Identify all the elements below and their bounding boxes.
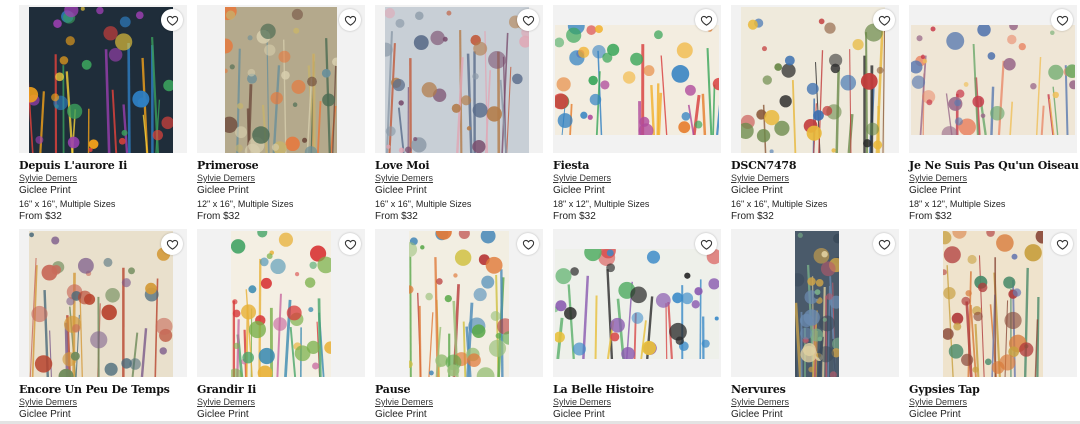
- product-card[interactable]: Je Ne Suis Pas Qu'un Oiseau Sylvie Demers…: [909, 5, 1080, 227]
- artwork-thumbnail: [225, 7, 337, 153]
- product-card[interactable]: Primerose Sylvie Demers Giclee Print 12" x …: [197, 5, 365, 227]
- artist-link[interactable]: Sylvie Demers: [19, 173, 77, 183]
- artwork-thumbnail: [385, 7, 529, 153]
- artist-link[interactable]: Sylvie Demers: [19, 397, 77, 407]
- product-image[interactable]: [553, 5, 721, 153]
- favorite-heart-icon[interactable]: [517, 9, 539, 31]
- favorite-heart-icon[interactable]: [161, 9, 183, 31]
- product-image[interactable]: [553, 229, 721, 377]
- favorite-heart-icon[interactable]: [161, 233, 183, 255]
- artwork-thumbnail: [943, 231, 1043, 377]
- artwork-thumbnail: [795, 231, 839, 377]
- product-type: Giclee Print: [375, 185, 427, 196]
- artwork-thumbnail: [555, 249, 719, 359]
- product-image[interactable]: [197, 229, 365, 377]
- product-card[interactable]: Love Moi Sylvie Demers Giclee Print 16" x 1…: [375, 5, 543, 227]
- product-title[interactable]: Primerose: [197, 159, 375, 172]
- product-title[interactable]: Encore Un Peu De Temps: [19, 383, 197, 396]
- favorite-heart-icon[interactable]: [873, 233, 895, 255]
- product-grid: Depuis L'aurore Ii Sylvie Demers Giclee Pr…: [0, 0, 1080, 424]
- product-card[interactable]: DSCN7478 Sylvie Demers Giclee Print 16" x 1…: [731, 5, 899, 227]
- product-image[interactable]: [19, 229, 187, 377]
- product-size: 16" x 16", Multiple Sizes: [375, 199, 472, 209]
- product-image[interactable]: [909, 229, 1077, 377]
- product-title[interactable]: La Belle Histoire: [553, 383, 731, 396]
- product-size: 16" x 16", Multiple Sizes: [19, 199, 116, 209]
- product-price: From $32: [909, 211, 952, 222]
- favorite-heart-icon[interactable]: [695, 9, 717, 31]
- artist-link[interactable]: Sylvie Demers: [909, 173, 967, 183]
- product-price: From $32: [553, 211, 596, 222]
- product-type: Giclee Print: [909, 185, 961, 196]
- product-card[interactable]: Pause Sylvie Demers Giclee Print: [375, 229, 543, 421]
- product-type: Giclee Print: [731, 409, 783, 420]
- artist-link[interactable]: Sylvie Demers: [553, 397, 611, 407]
- artwork-thumbnail: [29, 231, 173, 377]
- artist-link[interactable]: Sylvie Demers: [375, 397, 433, 407]
- product-card[interactable]: Grandir Ii Sylvie Demers Giclee Print: [197, 229, 365, 421]
- product-size: 12" x 16", Multiple Sizes: [197, 199, 294, 209]
- product-image[interactable]: [909, 5, 1077, 153]
- artist-link[interactable]: Sylvie Demers: [731, 397, 789, 407]
- artist-link[interactable]: Sylvie Demers: [731, 173, 789, 183]
- artwork-thumbnail: [29, 7, 173, 153]
- favorite-heart-icon[interactable]: [339, 233, 361, 255]
- product-title[interactable]: Nervures: [731, 383, 909, 396]
- favorite-heart-icon[interactable]: [873, 9, 895, 31]
- product-image[interactable]: [19, 5, 187, 153]
- artist-link[interactable]: Sylvie Demers: [375, 173, 433, 183]
- product-type: Giclee Print: [909, 409, 961, 420]
- favorite-heart-icon[interactable]: [1051, 233, 1073, 255]
- favorite-heart-icon[interactable]: [1051, 9, 1073, 31]
- product-type: Giclee Print: [19, 409, 71, 420]
- artist-link[interactable]: Sylvie Demers: [197, 397, 255, 407]
- product-card[interactable]: Encore Un Peu De Temps Sylvie Demers Gicle…: [19, 229, 187, 421]
- product-type: Giclee Print: [553, 409, 605, 420]
- product-title[interactable]: Love Moi: [375, 159, 553, 172]
- artwork-thumbnail: [555, 25, 719, 135]
- product-size: 16" x 16", Multiple Sizes: [731, 199, 828, 209]
- product-title[interactable]: Je Ne Suis Pas Qu'un Oiseau: [909, 159, 1080, 172]
- artist-link[interactable]: Sylvie Demers: [197, 173, 255, 183]
- product-card[interactable]: Fiesta Sylvie Demers Giclee Print 18" x 12"…: [553, 5, 721, 227]
- product-title[interactable]: Grandir Ii: [197, 383, 375, 396]
- product-type: Giclee Print: [553, 185, 605, 196]
- product-type: Giclee Print: [375, 409, 427, 420]
- product-image[interactable]: [731, 229, 899, 377]
- product-card[interactable]: Nervures Sylvie Demers Giclee Print: [731, 229, 899, 421]
- product-image[interactable]: [731, 5, 899, 153]
- product-title[interactable]: DSCN7478: [731, 159, 909, 172]
- product-type: Giclee Print: [19, 185, 71, 196]
- artist-link[interactable]: Sylvie Demers: [909, 397, 967, 407]
- product-title[interactable]: Gypsies Tap: [909, 383, 1080, 396]
- product-title[interactable]: Pause: [375, 383, 553, 396]
- product-card[interactable]: Depuis L'aurore Ii Sylvie Demers Giclee Pr…: [19, 5, 187, 227]
- product-title[interactable]: Fiesta: [553, 159, 731, 172]
- product-card[interactable]: La Belle Histoire Sylvie Demers Giclee Pri…: [553, 229, 721, 421]
- artwork-thumbnail: [741, 7, 885, 153]
- artist-link[interactable]: Sylvie Demers: [553, 173, 611, 183]
- product-image[interactable]: [375, 229, 543, 377]
- artwork-thumbnail: [911, 25, 1075, 135]
- product-price: From $32: [19, 211, 62, 222]
- favorite-heart-icon[interactable]: [339, 9, 361, 31]
- product-price: From $32: [197, 211, 240, 222]
- product-title[interactable]: Depuis L'aurore Ii: [19, 159, 197, 172]
- favorite-heart-icon[interactable]: [695, 233, 717, 255]
- product-size: 18" x 12", Multiple Sizes: [909, 199, 1006, 209]
- product-image[interactable]: [375, 5, 543, 153]
- product-price: From $32: [375, 211, 418, 222]
- favorite-heart-icon[interactable]: [517, 233, 539, 255]
- product-type: Giclee Print: [197, 409, 249, 420]
- product-price: From $32: [731, 211, 774, 222]
- product-image[interactable]: [197, 5, 365, 153]
- product-card[interactable]: Gypsies Tap Sylvie Demers Giclee Print: [909, 229, 1077, 421]
- product-size: 18" x 12", Multiple Sizes: [553, 199, 650, 209]
- artwork-thumbnail: [231, 231, 331, 377]
- product-type: Giclee Print: [731, 185, 783, 196]
- product-type: Giclee Print: [197, 185, 249, 196]
- artwork-thumbnail: [409, 231, 509, 377]
